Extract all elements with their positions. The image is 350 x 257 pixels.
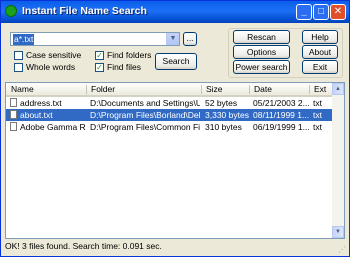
cell-name: address.txt [20,98,62,108]
scroll-down-button[interactable]: ▼ [332,226,344,238]
checkbox-box[interactable] [14,63,23,72]
table-row[interactable]: address.txt D:\Documents and Settings\U.… [6,97,333,109]
cell-ext: txt [313,98,322,108]
table-row[interactable]: Adobe Gamma Re... D:\Program Files\Commo… [6,121,333,133]
search-combobox[interactable]: a*.txt ▼ [10,32,180,46]
help-button[interactable]: Help [302,30,338,44]
cell-date: 06/19/1999 1... [253,122,309,132]
minimize-icon: _ [301,6,307,17]
results-table[interactable]: Name Folder Size Date Ext address.txt D:… [5,82,345,239]
cell-date: 08/11/1999 1... [253,110,309,120]
resize-grip-icon[interactable]: ⋰ [338,245,347,254]
table-header: Name Folder Size Date Ext [6,83,333,97]
cell-date: 05/21/2003 2... [253,98,309,108]
text-file-icon [10,122,17,131]
options-button[interactable]: Options [233,45,290,59]
find-folders-label: Find folders [107,50,152,60]
cell-size: 52 bytes [205,98,238,108]
whole-words-label: Whole words [26,62,76,72]
cell-folder: D:\Program Files\Borland\Delp... [90,110,200,120]
checkmark-icon[interactable]: ✓ [95,63,104,72]
cell-folder: D:\Documents and Settings\U... [90,98,200,108]
window-title: Instant File Name Search [22,5,147,17]
text-file-icon [10,110,17,119]
column-header-name[interactable]: Name [11,84,34,94]
cell-size: 310 bytes [205,122,242,132]
checkbox-box[interactable] [14,51,23,60]
scroll-up-button[interactable]: ▲ [332,83,344,95]
exit-button[interactable]: Exit [302,60,338,74]
column-header-folder[interactable]: Folder [91,84,115,94]
column-divider[interactable] [309,85,310,94]
column-divider[interactable] [249,85,250,94]
table-row[interactable]: about.txt D:\Program Files\Borland\Delp.… [6,109,333,121]
maximize-icon: □ [317,6,325,17]
checkmark-icon[interactable]: ✓ [95,51,104,60]
vertical-scrollbar[interactable]: ▲ ▼ [332,83,344,238]
chevron-down-icon[interactable]: ▼ [166,33,179,45]
cell-folder: D:\Program Files\Common Files... [90,122,200,132]
minimize-button[interactable]: _ [296,4,312,20]
search-button[interactable]: Search [155,53,197,70]
close-button[interactable]: ✕ [330,4,346,20]
cell-ext: txt [313,122,322,132]
browse-button[interactable]: ... [183,32,197,46]
title-bar[interactable]: Instant File Name Search _ □ ✕ [1,1,349,23]
close-icon: ✕ [333,6,343,17]
cell-ext: txt [313,110,322,120]
search-input[interactable]: a*.txt [13,34,35,45]
cell-name: about.txt [20,110,53,120]
cell-name: Adobe Gamma Re... [20,122,86,132]
find-files-label: Find files [107,62,142,72]
column-header-date[interactable]: Date [254,84,272,94]
column-divider[interactable] [201,85,202,94]
column-header-ext[interactable]: Ext [314,84,326,94]
app-icon [5,5,17,17]
text-file-icon [10,98,17,107]
case-sensitive-label: Case sensitive [26,50,82,60]
rescan-button[interactable]: Rescan [233,30,290,44]
maximize-button[interactable]: □ [313,4,329,20]
column-header-size[interactable]: Size [206,84,223,94]
column-divider[interactable] [86,85,87,94]
status-bar: OK! 3 files found. Search time: 0.091 se… [5,241,345,254]
power-search-button[interactable]: Power search [233,60,290,74]
app-window: Instant File Name Search _ □ ✕ a*.txt ▼ … [0,0,350,257]
cell-size: 3,330 bytes [205,110,249,120]
about-button[interactable]: About [302,45,338,59]
status-text: OK! 3 files found. Search time: 0.091 se… [5,241,162,251]
